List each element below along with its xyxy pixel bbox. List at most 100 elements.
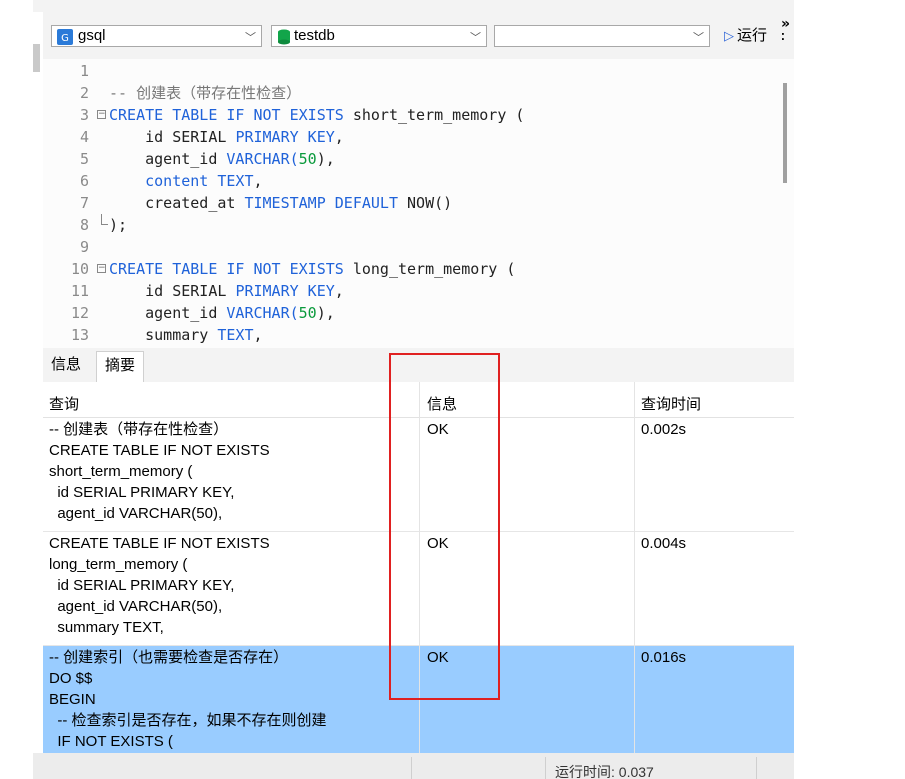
code-text: id SERIAL PRIMARY KEY,: [109, 126, 344, 148]
query-line: IF NOT EXISTS (: [49, 733, 173, 750]
code-text: agent_id VARCHAR(50),: [109, 302, 335, 324]
results-grid: 查询 信息 查询时间 -- 创建表（带存在性检查） CREATE TABLE IF…: [43, 382, 794, 753]
time-cell: 0.016s: [641, 649, 687, 666]
splitter-handle[interactable]: [33, 44, 40, 72]
code-text: -- 创建表（带存在性检查）: [109, 82, 301, 104]
chevron-down-icon: ﹀: [245, 31, 256, 44]
line-number: 3: [79, 106, 89, 124]
code-token: VARCHAR(: [226, 304, 299, 322]
more-dots-icon: ⁚: [781, 32, 785, 43]
play-icon: ▷: [724, 29, 734, 44]
query-line: short_term_memory (: [49, 463, 193, 480]
query-line: -- 创建索引（也需要检查是否存在）: [49, 649, 289, 666]
fold-toggle-icon[interactable]: −: [97, 264, 106, 273]
run-button[interactable]: ▷ 运行: [724, 25, 767, 47]
query-line: summary TEXT,: [49, 619, 164, 636]
schema-select[interactable]: ﹀: [494, 25, 710, 47]
run-time-text: 运行时间: 0.037: [555, 764, 654, 779]
code-token: short_term_memory (: [352, 106, 525, 124]
code-text: CREATE TABLE IF NOT EXISTS short_term_me…: [109, 104, 524, 126]
more-label: »: [781, 16, 791, 32]
connection-label: gsql: [78, 27, 106, 44]
code-token: 50: [298, 304, 317, 322]
header-query[interactable]: 查询: [49, 394, 79, 415]
editor-scrollbar[interactable]: [783, 83, 787, 183]
code-token: VARCHAR(: [226, 150, 299, 168]
query-line: -- 检查索引是否存在，如果不存在则创建: [49, 712, 327, 729]
database-select[interactable]: testdb ﹀: [271, 25, 487, 47]
code-token: TIMESTAMP DEFAULT: [244, 194, 408, 212]
query-line: id SERIAL PRIMARY KEY,: [49, 484, 235, 501]
column-divider[interactable]: [419, 382, 420, 753]
more-toolbar-button[interactable]: » ⁚: [781, 16, 791, 44]
result-tabs: 信息 摘要: [43, 348, 794, 383]
line-number: 9: [79, 238, 89, 256]
tab-summary-label: 摘要: [105, 357, 136, 374]
code-text: summary TEXT,: [109, 324, 263, 346]
line-number: 12: [70, 304, 89, 322]
query-line: agent_id VARCHAR(50),: [49, 505, 223, 522]
tab-info[interactable]: 信息: [43, 348, 89, 382]
code-token: agent_id: [109, 150, 227, 168]
query-line: CREATE TABLE IF NOT EXISTS: [49, 442, 270, 459]
line-number: 11: [70, 282, 89, 300]
code-text: content TEXT,: [109, 170, 262, 192]
line-number: 8: [79, 216, 89, 234]
fold-end-marker: [101, 214, 108, 225]
run-label: 运行: [737, 27, 768, 44]
code-token: summary: [109, 326, 218, 344]
query-cell: -- 创建表（带存在性检查） CREATE TABLE IF NOT EXISTS…: [49, 419, 270, 524]
column-divider[interactable]: [634, 382, 635, 753]
connection-icon: G: [57, 29, 73, 45]
code-token: PRIMARY KEY: [235, 282, 335, 300]
line-number: 5: [79, 150, 89, 168]
chevron-down-icon: ﹀: [693, 31, 704, 44]
code-text: CREATE TABLE IF NOT EXISTS long_term_mem…: [109, 258, 515, 280]
fold-toggle-icon[interactable]: −: [97, 110, 106, 119]
line-number: 7: [79, 194, 89, 212]
line-number: 1: [79, 62, 89, 80]
info-cell: OK: [427, 421, 449, 438]
line-number: 2: [79, 84, 89, 102]
query-line: agent_id VARCHAR(50),: [49, 598, 223, 615]
code-token: id SERIAL: [109, 282, 236, 300]
chevron-down-icon: ﹀: [470, 31, 481, 44]
code-token: ,: [334, 128, 344, 146]
code-token: ,: [334, 282, 344, 300]
code-token: CREATE TABLE IF NOT EXISTS: [109, 106, 353, 124]
code-token: long_term_memory (: [352, 260, 516, 278]
line-number: 6: [79, 172, 89, 190]
database-icon: [278, 29, 290, 45]
code-token: TEXT: [217, 326, 254, 344]
header-info[interactable]: 信息: [427, 394, 457, 415]
header-time[interactable]: 查询时间: [641, 394, 701, 415]
code-token: created_at: [109, 194, 245, 212]
status-bar: 运行时间: 0.037: [33, 753, 794, 779]
time-cell: 0.002s: [641, 421, 687, 438]
status-separator: [756, 757, 757, 779]
line-number: 13: [70, 326, 89, 344]
sql-editor[interactable]: 1 2 -- 创建表（带存在性检查） 3− CREATE TABLE IF NOT EX…: [43, 59, 794, 348]
connection-select[interactable]: G gsql ﹀: [51, 25, 262, 47]
toolbar: G gsql ﹀ testdb ﹀ ﹀ ▷ 运行 » ⁚: [43, 12, 794, 59]
info-cell: OK: [427, 535, 449, 552]
code-text: id SERIAL PRIMARY KEY,: [109, 280, 344, 302]
query-line: BEGIN: [49, 691, 96, 708]
code-token: ),: [316, 304, 335, 322]
query-line: long_term_memory (: [49, 556, 188, 573]
code-token: ,: [253, 326, 263, 344]
query-line: CREATE TABLE IF NOT EXISTS: [49, 535, 270, 552]
status-separator: [411, 757, 412, 779]
tab-info-label: 信息: [51, 356, 82, 373]
query-line: -- 创建表（带存在性检查）: [49, 421, 229, 438]
tab-summary[interactable]: 摘要: [96, 351, 145, 383]
code-text: );: [109, 214, 127, 236]
code-token: -- 创建表（带存在性检查）: [109, 84, 302, 102]
code-text: agent_id VARCHAR(50),: [109, 148, 335, 170]
code-token: 50: [298, 150, 317, 168]
database-label: testdb: [294, 27, 335, 44]
code-token: );: [109, 216, 128, 234]
code-token: agent_id: [109, 304, 227, 322]
time-cell: 0.004s: [641, 535, 687, 552]
